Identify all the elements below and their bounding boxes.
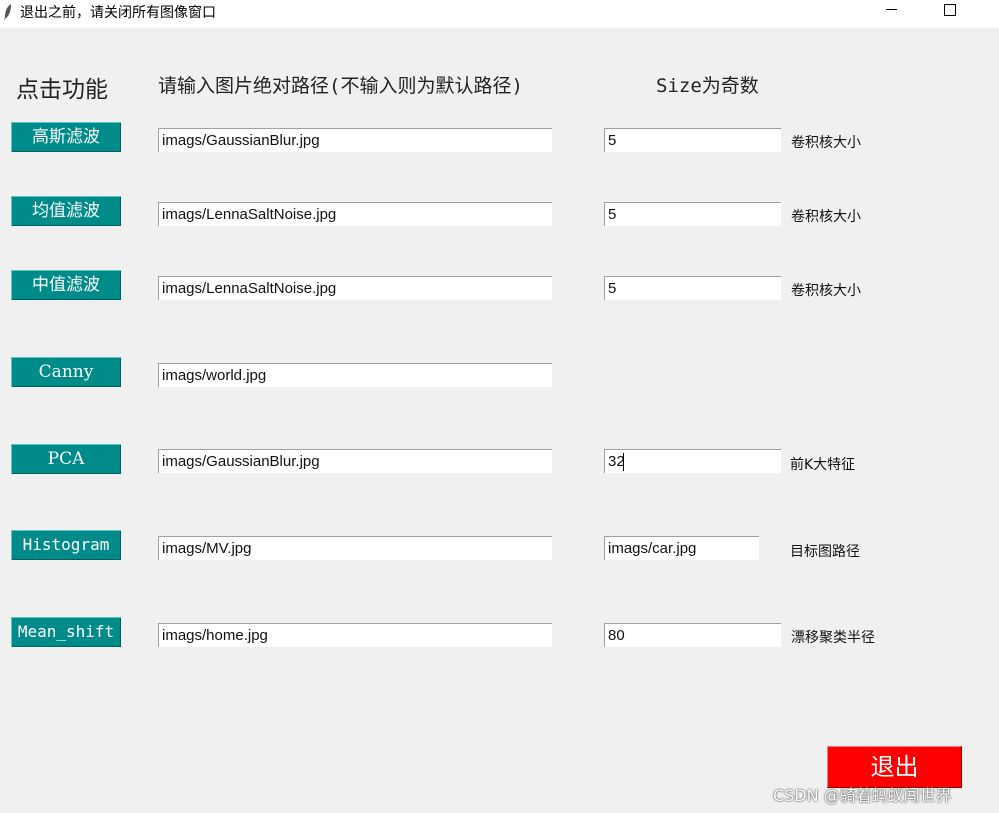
text-caret: [623, 453, 624, 471]
watermark: CSDN @骑着蚂蚁闯世界: [773, 786, 952, 805]
histogram-button[interactable]: Histogram: [11, 530, 121, 560]
median-filter-button[interactable]: 中值滤波: [11, 270, 121, 300]
gaussian-filter-button[interactable]: 高斯滤波: [11, 122, 121, 152]
mean-kernel-size-label: 卷积核大小: [791, 209, 861, 225]
histogram-path-input[interactable]: [158, 536, 552, 560]
mean-kernel-size-input[interactable]: [604, 202, 781, 226]
mean-filter-button[interactable]: 均值滤波: [11, 196, 121, 226]
mean-shift-radius-label: 漂移聚类半径: [791, 630, 875, 646]
median-kernel-size-input[interactable]: [604, 276, 781, 300]
canny-path-input[interactable]: [158, 363, 552, 387]
pca-path-input[interactable]: [158, 449, 552, 473]
minimize-button[interactable]: [868, 0, 914, 28]
maximize-button[interactable]: [927, 0, 973, 28]
pca-button[interactable]: PCA: [11, 444, 121, 474]
histogram-target-path-input[interactable]: [604, 536, 759, 560]
median-kernel-size-label: 卷积核大小: [791, 283, 861, 299]
mean-path-input[interactable]: [158, 202, 552, 226]
median-path-input[interactable]: [158, 276, 552, 300]
window-titlebar: 退出之前，请关闭所有图像窗口: [0, 0, 999, 28]
gaussian-kernel-size-input[interactable]: [604, 128, 781, 152]
path-column-header: 请输入图片绝对路径(不输入则为默认路径): [158, 75, 523, 97]
mean-shift-button[interactable]: Mean_shift: [11, 617, 121, 647]
function-column-header: 点击功能: [16, 77, 108, 103]
pca-top-k-label: 前K大特征: [790, 457, 856, 473]
mean-shift-radius-input[interactable]: [604, 623, 781, 647]
histogram-target-path-label: 目标图路径: [790, 544, 860, 560]
window-title: 退出之前，请关闭所有图像窗口: [20, 5, 216, 21]
feather-icon: [4, 4, 11, 20]
canny-button[interactable]: Canny: [11, 357, 121, 387]
gaussian-path-input[interactable]: [158, 128, 552, 152]
size-column-header: Size为奇数: [656, 75, 759, 97]
pca-top-k-input[interactable]: [604, 449, 781, 473]
mean-shift-path-input[interactable]: [158, 623, 552, 647]
gaussian-kernel-size-label: 卷积核大小: [791, 135, 861, 151]
